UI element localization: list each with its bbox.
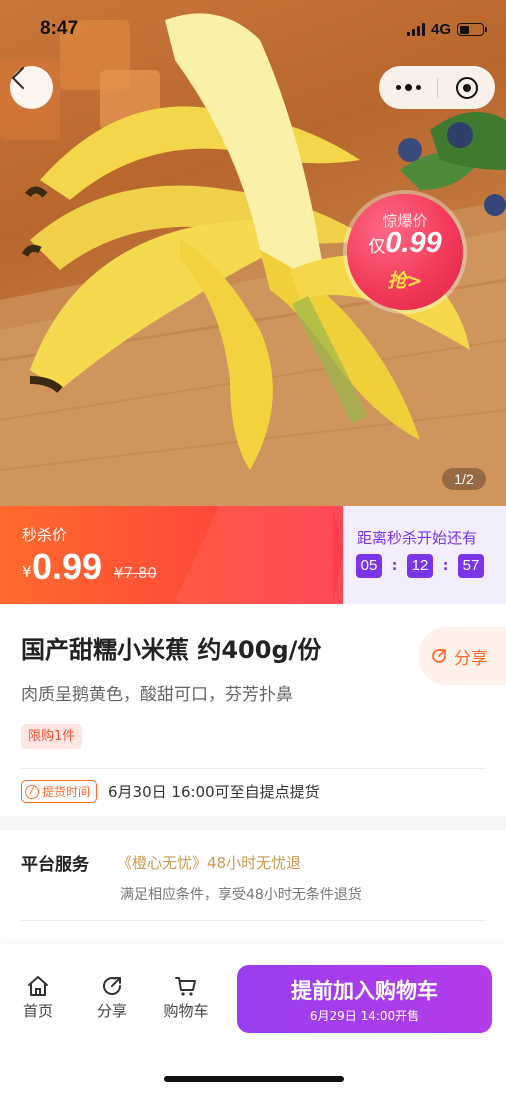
flash-price: 0.99 (32, 546, 103, 587)
countdown-panel: 距离秒杀开始还有 05 : 12 : 57 (333, 506, 506, 604)
platform-service-label: 平台服务 (21, 855, 89, 875)
cart-icon (175, 977, 196, 996)
nav-share-label: 分享 (96, 1002, 127, 1020)
service-description: 满足相应条件，享受48小时无条件退货 (120, 887, 362, 903)
divider (21, 768, 486, 769)
add-to-cart-button[interactable]: 提前加入购物车 6月29日 14:00开售 (237, 965, 492, 1033)
badge-price: 仅0.99 (347, 227, 463, 260)
network-type: 4G (430, 21, 451, 38)
image-page-indicator: 1/2 (442, 468, 486, 490)
home-indicator[interactable] (164, 1076, 344, 1082)
badge-prefix: 仅 (368, 237, 386, 256)
service-name[interactable]: 《橙心无忧》48小时无忧退 (117, 852, 301, 873)
countdown-minutes: 12 (407, 554, 433, 578)
pickup-time-text: 6月30日 16:00可至自提点提货 (108, 783, 320, 801)
nav-home-label: 首页 (22, 1002, 53, 1020)
more-button[interactable] (379, 66, 437, 109)
clock-icon: / (25, 784, 39, 799)
nav-home[interactable]: 首页 (8, 974, 68, 1021)
flash-price-panel: 秒杀价 ¥ 0.99 ¥7.80 (0, 506, 343, 604)
countdown-timer: 05 : 12 : 57 (356, 554, 484, 578)
status-indicators: 4G (406, 21, 487, 38)
purchase-limit-tag: 限购1件 (21, 724, 83, 749)
close-miniprogram-button[interactable] (438, 66, 495, 109)
product-image-carousel[interactable]: 8:47 4G 惊爆价 仅0.99 抢> 1/2 (0, 0, 506, 506)
status-bar: 8:47 4G (0, 0, 506, 52)
product-subtitle: 肉质呈鹅黄色，酸甜可口，芬芳扑鼻 (21, 685, 293, 705)
product-title: 国产甜糯小米蕉 约400g/份 (21, 636, 322, 664)
bottom-action-bar: 首页 分享 购物车 提前加入购物车 6月29日 14:00开售 (0, 944, 506, 1096)
miniprogram-capsule (379, 66, 495, 109)
promo-price-badge[interactable]: 惊爆价 仅0.99 抢> (347, 194, 463, 310)
nav-cart-label: 购物车 (163, 1002, 209, 1020)
share-icon (103, 977, 121, 995)
sale-start-time: 6月29日 14:00开售 (309, 1009, 420, 1023)
countdown-colon: : (442, 558, 449, 574)
original-price: ¥7.80 (114, 564, 157, 582)
divider (21, 920, 486, 921)
more-dots-icon (395, 85, 401, 90)
countdown-seconds: 57 (458, 554, 484, 578)
pickup-time-tag: / 提货时间 (21, 780, 98, 803)
nav-cart[interactable]: 购物车 (156, 974, 216, 1021)
currency-symbol: ¥ (22, 563, 32, 581)
nav-share[interactable]: 分享 (82, 974, 142, 1021)
chevron-left-icon (11, 66, 25, 90)
countdown-hours: 05 (356, 554, 382, 578)
status-time: 8:47 (40, 18, 79, 39)
share-icon (432, 649, 446, 663)
badge-price-value: 0.99 (385, 227, 442, 259)
share-label: 分享 (454, 648, 488, 669)
signal-icon (406, 23, 425, 36)
home-icon (28, 976, 48, 996)
countdown-colon: : (391, 558, 398, 574)
flash-sale-bar: 秒杀价 ¥ 0.99 ¥7.80 距离秒杀开始还有 05 : 12 : 57 (0, 506, 506, 604)
flash-label: 秒杀价 (22, 526, 68, 544)
share-button[interactable]: 分享 (418, 627, 506, 685)
add-to-cart-label: 提前加入购物车 (291, 979, 438, 1003)
back-button[interactable] (10, 66, 53, 109)
battery-icon (457, 23, 487, 36)
badge-action: 抢> (387, 270, 423, 292)
section-gap (0, 816, 506, 830)
target-icon (455, 76, 478, 99)
pickup-tag-label: 提货时间 (42, 785, 91, 799)
countdown-title: 距离秒杀开始还有 (357, 529, 478, 547)
